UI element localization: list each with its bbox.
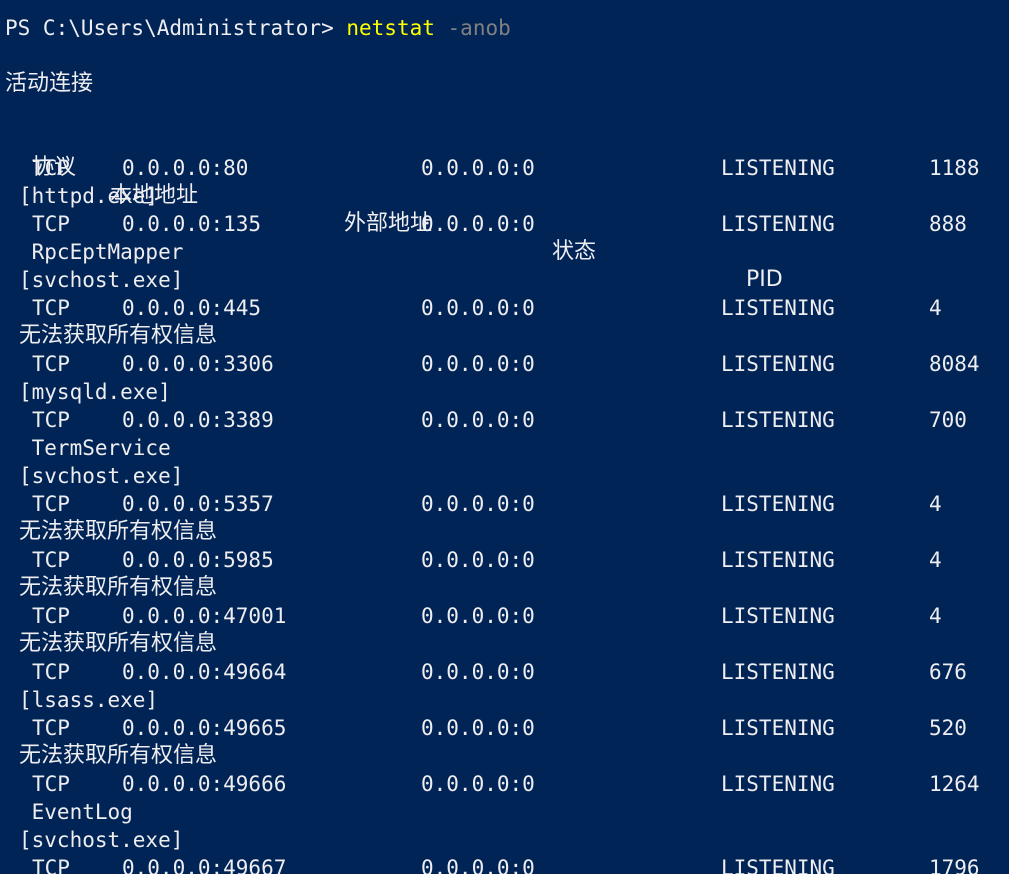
cell-pid: 520 (929, 716, 967, 740)
command-line: PS C:\Users\Administrator> netstat -anob (5, 14, 511, 42)
cell-local-address: 0.0.0.0:49665 (122, 716, 287, 740)
cell-proto: TCP (32, 604, 70, 628)
cell-foreign-address: 0.0.0.0:0 (421, 352, 535, 376)
process-info: [svchost.exe] (19, 828, 184, 852)
cell-local-address: 0.0.0.0:49666 (122, 772, 287, 796)
cell-proto: TCP (32, 772, 70, 796)
process-info: TermService (19, 436, 171, 460)
cell-state: LISTENING (721, 212, 835, 236)
process-info: [svchost.exe] (19, 464, 184, 488)
process-info: 无法获取所有权信息 (19, 323, 218, 348)
table-row: TCP 0.0.0.0:5985 0.0.0.0:0 LISTENING 4 (0, 546, 1009, 574)
table-row: TCP 0.0.0.0:445 0.0.0.0:0 LISTENING 4 (0, 294, 1009, 322)
process-info: 无法获取所有权信息 (19, 631, 218, 656)
process-info: 无法获取所有权信息 (19, 519, 218, 544)
cell-foreign-address: 0.0.0.0:0 (421, 660, 535, 684)
cell-pid: 700 (929, 408, 967, 432)
cell-local-address: 0.0.0.0:445 (122, 296, 262, 320)
cell-state: LISTENING (721, 604, 835, 628)
cell-proto: TCP (32, 156, 70, 180)
cell-local-address: 0.0.0.0:3389 (122, 408, 274, 432)
header-pid: PID (746, 267, 783, 292)
cell-pid: 4 (929, 604, 942, 628)
cell-proto: TCP (32, 296, 70, 320)
process-info: EventLog (19, 800, 133, 824)
table-row: TCP 0.0.0.0:47001 0.0.0.0:0 LISTENING 4 (0, 602, 1009, 630)
process-info: [lsass.exe] (19, 688, 159, 712)
cell-proto: TCP (32, 492, 70, 516)
cell-pid: 888 (929, 212, 967, 236)
cell-foreign-address: 0.0.0.0:0 (421, 156, 535, 180)
cell-foreign-address: 0.0.0.0:0 (421, 604, 535, 628)
cell-pid: 4 (929, 296, 942, 320)
cell-foreign-address: 0.0.0.0:0 (421, 296, 535, 320)
cell-state: LISTENING (721, 408, 835, 432)
table-row: TCP 0.0.0.0:5357 0.0.0.0:0 LISTENING 4 (0, 490, 1009, 518)
table-row: TCP 0.0.0.0:3389 0.0.0.0:0 LISTENING 700 (0, 406, 1009, 434)
table-row: TCP 0.0.0.0:80 0.0.0.0:0 LISTENING 1188 (0, 154, 1009, 182)
cell-proto: TCP (32, 716, 70, 740)
cell-state: LISTENING (721, 352, 835, 376)
cell-local-address: 0.0.0.0:3306 (122, 352, 274, 376)
section-title: 活动连接 (5, 71, 94, 96)
cell-foreign-address: 0.0.0.0:0 (421, 408, 535, 432)
cell-pid: 4 (929, 492, 942, 516)
table-row: TCP 0.0.0.0:49667 0.0.0.0:0 LISTENING 1796 (0, 854, 1009, 874)
command-name: netstat (346, 16, 435, 40)
cell-proto: TCP (32, 408, 70, 432)
command-args: -anob (434, 16, 511, 40)
table-row: TCP 0.0.0.0:3306 0.0.0.0:0 LISTENING 8084 (0, 350, 1009, 378)
cell-state: LISTENING (721, 296, 835, 320)
cell-foreign-address: 0.0.0.0:0 (421, 856, 535, 874)
cell-state: LISTENING (721, 660, 835, 684)
cell-state: LISTENING (721, 548, 835, 572)
cell-foreign-address: 0.0.0.0:0 (421, 212, 535, 236)
cell-proto: TCP (32, 660, 70, 684)
cell-foreign-address: 0.0.0.0:0 (421, 548, 535, 572)
table-header: 协议 本地地址 外部地址 状态 PID (0, 126, 783, 292)
cell-state: LISTENING (721, 156, 835, 180)
cell-local-address: 0.0.0.0:47001 (122, 604, 287, 628)
prompt-text: PS C:\Users\Administrator> (5, 16, 347, 40)
cell-pid: 1796 (929, 856, 980, 874)
cell-local-address: 0.0.0.0:80 (122, 156, 249, 180)
cell-proto: TCP (32, 352, 70, 376)
table-row: TCP 0.0.0.0:49666 0.0.0.0:0 LISTENING 1264 (0, 770, 1009, 798)
process-info: 无法获取所有权信息 (19, 575, 218, 600)
cell-foreign-address: 0.0.0.0:0 (421, 772, 535, 796)
cell-pid: 4 (929, 548, 942, 572)
powershell-terminal[interactable]: PS C:\Users\Administrator> netstat -anob… (0, 0, 1009, 874)
cell-state: LISTENING (721, 772, 835, 796)
cell-local-address: 0.0.0.0:5985 (122, 548, 274, 572)
cell-proto: TCP (32, 548, 70, 572)
process-info: [httpd.exe] (19, 184, 159, 208)
process-info: RpcEptMapper (19, 240, 184, 264)
cell-local-address: 0.0.0.0:135 (122, 212, 262, 236)
table-row: TCP 0.0.0.0:135 0.0.0.0:0 LISTENING 888 (0, 210, 1009, 238)
cell-foreign-address: 0.0.0.0:0 (421, 716, 535, 740)
cell-pid: 1188 (929, 156, 980, 180)
cell-pid: 1264 (929, 772, 980, 796)
cell-pid: 676 (929, 660, 967, 684)
cell-local-address: 0.0.0.0:49667 (122, 856, 287, 874)
cell-state: LISTENING (721, 856, 835, 874)
table-row: TCP 0.0.0.0:49665 0.0.0.0:0 LISTENING 520 (0, 714, 1009, 742)
header-state: 状态 (552, 239, 597, 264)
cell-pid: 8084 (929, 352, 980, 376)
cell-proto: TCP (32, 856, 70, 874)
table-row: TCP 0.0.0.0:49664 0.0.0.0:0 LISTENING 676 (0, 658, 1009, 686)
process-info: 无法获取所有权信息 (19, 743, 218, 768)
cell-state: LISTENING (721, 716, 835, 740)
cell-proto: TCP (32, 212, 70, 236)
cell-foreign-address: 0.0.0.0:0 (421, 492, 535, 516)
cell-state: LISTENING (721, 492, 835, 516)
process-info: [svchost.exe] (19, 268, 184, 292)
cell-local-address: 0.0.0.0:49664 (122, 660, 287, 684)
process-info: [mysqld.exe] (19, 380, 171, 404)
cell-local-address: 0.0.0.0:5357 (122, 492, 274, 516)
